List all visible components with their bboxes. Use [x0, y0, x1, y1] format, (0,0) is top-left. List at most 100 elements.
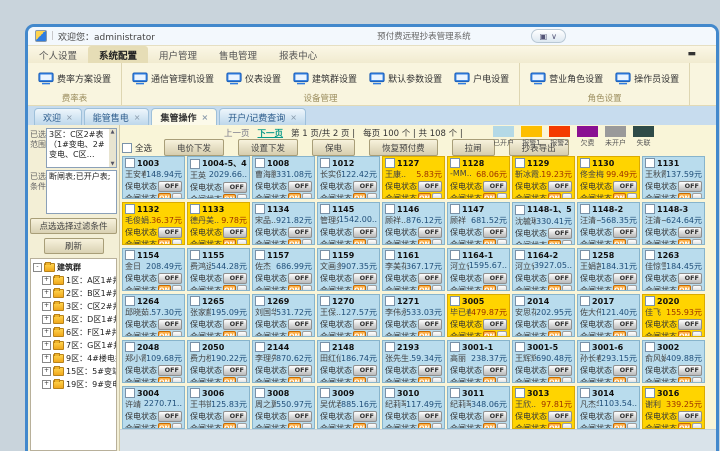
toolbar-button[interactable]: 保电 [312, 139, 355, 156]
gate-on-toggle[interactable]: ON [678, 285, 691, 291]
room-card[interactable]: 2144 李理先 870.62元 保电状态 OFF 合闸状态 [252, 340, 315, 383]
expand-icon[interactable]: + [42, 302, 51, 311]
prev-page-link[interactable]: 上一页 [224, 127, 250, 139]
card-checkbox[interactable] [255, 250, 265, 260]
card-checkbox[interactable] [515, 388, 525, 398]
gate-on-toggle[interactable]: ON [418, 331, 431, 337]
room-card[interactable]: 3001-6 孙长春.. 293.15元 保电状态 OFF [577, 340, 640, 383]
gate-on-toggle[interactable]: ON [678, 193, 691, 199]
close-icon[interactable]: × [66, 113, 73, 122]
card-checkbox[interactable] [255, 204, 265, 214]
gate-on-toggle[interactable]: ON [548, 331, 561, 337]
gate-on-toggle[interactable]: ON [548, 285, 561, 291]
card-checkbox[interactable] [450, 204, 460, 214]
menu-tab[interactable]: 系统配置 [88, 46, 148, 64]
gate-on-toggle[interactable]: ON [548, 377, 561, 383]
scroll-up-icon[interactable]: ▲ [111, 129, 115, 135]
power-protect-off-toggle[interactable]: OFF [678, 411, 702, 422]
card-checkbox[interactable] [645, 296, 655, 306]
room-card[interactable]: 1148-3 汪清~ 624.64元 保电状态 OFF 合闸 [642, 202, 705, 245]
gate-on-toggle[interactable]: ON [223, 239, 236, 245]
tree-item[interactable]: + 7区：G区1#井 [33, 339, 116, 352]
card-checkbox[interactable] [645, 204, 655, 214]
power-protect-off-toggle[interactable]: OFF [418, 273, 442, 284]
gate-on-toggle[interactable]: ON [613, 193, 626, 199]
room-card[interactable]: 3001-1 高丽 238.37元 保电状态 OFF 合闸状 [447, 340, 510, 383]
card-checkbox[interactable] [255, 296, 265, 306]
gate-on-toggle[interactable]: ON [483, 285, 496, 291]
power-protect-off-toggle[interactable]: OFF [158, 411, 182, 422]
room-card[interactable]: 3002 俞风娟 409.88元 保电状态 OFF 合闸状态 [642, 340, 705, 383]
toolbar-button[interactable]: 设置下发 [238, 139, 298, 156]
card-checkbox[interactable] [190, 204, 200, 214]
card-checkbox[interactable] [320, 296, 330, 306]
card-checkbox[interactable] [125, 250, 135, 260]
gate-on-toggle[interactable]: ON [418, 285, 431, 291]
gate-on-toggle[interactable]: ON [483, 239, 496, 245]
room-card[interactable]: 1159 文画多 907.35元 保电状态 OFF 合闸状态 [317, 248, 380, 291]
gate-on-toggle[interactable]: ON [288, 377, 301, 383]
power-protect-off-toggle[interactable]: OFF [678, 319, 702, 330]
ribbon-button[interactable]: 仪表设置 [222, 70, 285, 87]
gate-on-toggle[interactable]: ON [223, 377, 236, 383]
gate-on-toggle[interactable]: ON [223, 285, 236, 291]
gate-on-toggle[interactable]: ON [613, 285, 626, 291]
power-protect-off-toggle[interactable]: OFF [548, 181, 572, 192]
room-card[interactable]: 3005 毕已春 479.87元 保电状态 OFF 合闸状态 [447, 294, 510, 337]
room-card[interactable]: 3001-5 王辉辉 690.48元 保电状态 OFF 合闸 [512, 340, 575, 383]
power-protect-off-toggle[interactable]: OFF [483, 411, 507, 422]
card-checkbox[interactable] [385, 250, 395, 260]
room-card[interactable]: 1271 李伟永 533.03元 保电状态 OFF 合闸状态 [382, 294, 445, 337]
close-icon[interactable]: × [201, 113, 208, 122]
power-protect-off-toggle[interactable]: OFF [483, 227, 507, 238]
power-protect-off-toggle[interactable]: OFF [483, 273, 507, 284]
gate-on-toggle[interactable]: ON [158, 193, 171, 199]
refresh-button[interactable]: 刷新 [44, 238, 104, 254]
power-protect-off-toggle[interactable]: OFF [223, 273, 247, 284]
power-protect-off-toggle[interactable]: OFF [613, 227, 637, 238]
card-checkbox[interactable] [385, 204, 395, 214]
room-card[interactable]: 1131 王秋霞.. 137.59元 保电状态 OFF 合闸 [642, 156, 705, 199]
card-checkbox[interactable] [190, 342, 200, 352]
room-card[interactable]: 1145 管理先.. 1542.00.. 保电状态 OFF [317, 202, 380, 245]
room-card[interactable]: 1161 李美花 367.17元 保电状态 OFF 合闸状态 [382, 248, 445, 291]
power-protect-off-toggle[interactable]: OFF [613, 319, 637, 330]
toolbar-button[interactable]: 电价下发 [164, 139, 224, 156]
card-checkbox[interactable] [385, 388, 395, 398]
gate-on-toggle[interactable]: ON [678, 331, 691, 337]
power-protect-off-toggle[interactable]: OFF [613, 181, 637, 192]
filter-condition-button[interactable]: 点选选择过滤条件 [30, 218, 117, 234]
expand-icon[interactable]: + [42, 315, 51, 324]
room-card[interactable]: 1270 王保.. 127.57元 保电状态 OFF 合闸状 [317, 294, 380, 337]
tree-item[interactable]: + 9区：4#楼电井（4#楼 [33, 352, 116, 365]
room-card[interactable]: 1127 王康.. 5.83元 保电状态 OFF 合闸状态 [382, 156, 445, 199]
gate-on-toggle[interactable]: ON [483, 193, 496, 199]
room-card[interactable]: 2020 佳飞 155.93元 保电状态 OFF 合闸状态 [642, 294, 705, 337]
room-card[interactable]: 3016 谢利 339.25元 保电状态 OFF 合闸状态 [642, 386, 705, 429]
gate-on-toggle[interactable]: ON [548, 193, 561, 199]
room-card[interactable]: 1130 佟金梅 99.49元 保电状态 OFF 合闸状态 [577, 156, 640, 199]
document-tab[interactable]: 能管售电 × [84, 108, 150, 125]
power-protect-off-toggle[interactable]: OFF [483, 181, 507, 192]
power-protect-off-toggle[interactable]: OFF [353, 365, 377, 376]
room-card[interactable]: 1263 佳惊雪.. 184.45元 保电状态 OFF 合闸 [642, 248, 705, 291]
card-checkbox[interactable] [125, 388, 135, 398]
power-protect-off-toggle[interactable]: OFF [288, 227, 312, 238]
room-card[interactable]: 3010 纪莉琴.. 117.49元 保电状态 OFF 合闸 [382, 386, 445, 429]
gate-on-toggle[interactable]: ON [353, 377, 366, 383]
room-card[interactable]: 2148 田红仙 186.74元 保电状态 OFF 合闸状态 [317, 340, 380, 383]
card-checkbox[interactable] [450, 296, 460, 306]
document-tab[interactable]: 欢迎 × [34, 108, 82, 125]
power-protect-off-toggle[interactable]: OFF [678, 365, 702, 376]
gate-on-toggle[interactable]: ON [418, 239, 431, 245]
room-card[interactable]: 1128 -MM.. 68.06元 保电状态 OFF 合闸状 [447, 156, 510, 199]
ribbon-button[interactable]: 费率方案设置 [34, 70, 115, 87]
room-card[interactable]: 1147 顾祥 681.52元 保电状态 OFF 合闸状态 [447, 202, 510, 245]
gate-on-toggle[interactable]: ON [678, 377, 691, 383]
gate-on-toggle[interactable]: ON [223, 194, 236, 199]
ribbon-button[interactable]: 营业角色设置 [526, 70, 607, 87]
power-protect-off-toggle[interactable]: OFF [548, 411, 572, 422]
card-checkbox[interactable] [580, 158, 590, 168]
toolbar-button[interactable]: 拉闸 [452, 139, 495, 156]
next-page-link[interactable]: 下一页 [258, 127, 284, 139]
